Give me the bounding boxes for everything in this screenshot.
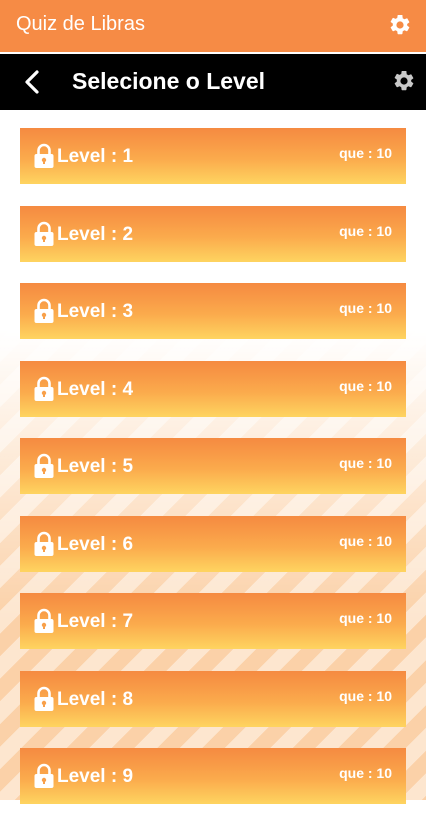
- lock-icon: [34, 686, 54, 711]
- level-label: Level : 9: [57, 766, 134, 787]
- question-count: que : 10: [339, 300, 392, 316]
- level-card-7[interactable]: Level : 7 que : 10: [20, 593, 406, 649]
- question-count: que : 10: [339, 765, 392, 781]
- page-title: Selecione o Level: [72, 68, 266, 94]
- level-card-2[interactable]: Level : 2 que : 10: [20, 205, 406, 262]
- level-card-4[interactable]: Level : 4 que : 10: [20, 360, 406, 417]
- level-label: Level : 7: [57, 611, 134, 632]
- level-card-9[interactable]: Level : 9 que : 10: [20, 748, 406, 804]
- question-count: que : 10: [339, 687, 392, 704]
- lock-icon: [34, 143, 54, 168]
- lock-icon: [34, 221, 54, 246]
- lock-icon: [34, 531, 54, 556]
- level-label: Level : 1: [57, 146, 134, 167]
- question-count: que : 10: [339, 222, 392, 239]
- level-label: Level : 8: [57, 688, 134, 710]
- level-label: Level : 5: [57, 456, 134, 477]
- app-bar: Quiz de Libras: [0, 0, 426, 52]
- lock-icon: [34, 453, 54, 478]
- gear-icon[interactable]: [392, 69, 416, 93]
- lock-icon: [34, 763, 54, 788]
- level-list: Level : 1 que : 10 Level : 2 que : 10 Le…: [20, 128, 406, 826]
- level-label: Level : 6: [57, 533, 134, 555]
- lock-icon: [34, 376, 54, 401]
- level-card-5[interactable]: Level : 5 que : 10: [20, 438, 406, 494]
- question-count: que : 10: [339, 145, 392, 161]
- question-count: que : 10: [339, 455, 392, 471]
- lock-icon: [34, 298, 54, 323]
- level-card-6[interactable]: Level : 6 que : 10: [20, 515, 406, 572]
- level-label: Level : 2: [57, 223, 134, 245]
- question-count: que : 10: [339, 532, 392, 549]
- app-title: Quiz de Libras: [16, 13, 145, 35]
- level-label: Level : 4: [57, 378, 134, 400]
- level-card-1[interactable]: Level : 1 que : 10: [20, 128, 406, 184]
- lock-icon: [34, 608, 54, 633]
- level-label: Level : 3: [57, 301, 134, 322]
- toolbar: Selecione o Level: [0, 54, 426, 110]
- level-card-8[interactable]: Level : 8 que : 10: [20, 670, 406, 727]
- question-count: que : 10: [339, 377, 392, 394]
- chevron-left-icon[interactable]: [20, 69, 46, 95]
- level-card-3[interactable]: Level : 3 que : 10: [20, 283, 406, 339]
- gear-icon[interactable]: [388, 13, 412, 37]
- question-count: que : 10: [339, 610, 392, 626]
